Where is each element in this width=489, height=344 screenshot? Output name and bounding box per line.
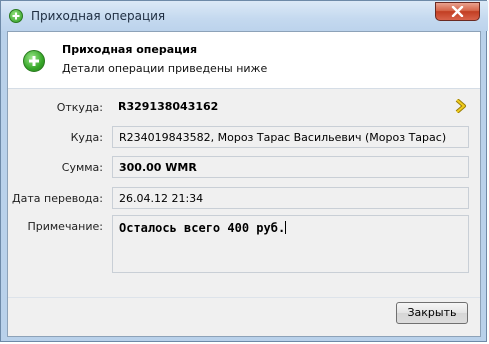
note-label: Примечание: <box>27 220 103 233</box>
from-field: R329138043162 <box>112 96 469 118</box>
plus-circle-icon <box>23 50 45 72</box>
chevron-right-icon[interactable] <box>455 99 467 113</box>
dialog-header: Приходная операция Детали операции приве… <box>8 32 480 89</box>
close-icon <box>451 6 464 17</box>
dialog-content: Приходная операция Детали операции приве… <box>7 31 481 337</box>
window-close-button[interactable] <box>435 2 480 21</box>
amount-value: 300.00 WMR <box>119 161 197 174</box>
header-title: Приходная операция <box>62 43 198 56</box>
footer-divider <box>8 297 480 298</box>
plus-circle-icon <box>9 9 23 23</box>
dialog-window: Приходная операция Приходная операция Де… <box>0 0 488 342</box>
text-caret <box>285 221 287 234</box>
date-value: 26.04.12 21:34 <box>119 192 204 205</box>
date-label: Дата перевода: <box>12 192 103 205</box>
header-subtitle: Детали операции приведены ниже <box>62 62 268 75</box>
amount-field: 300.00 WMR <box>112 156 469 178</box>
to-value: R234019843582, Мороз Тарас Васильевич (М… <box>119 131 447 144</box>
from-value: R329138043162 <box>118 100 219 113</box>
close-button[interactable]: Закрыть <box>396 302 468 324</box>
window-title: Приходная операция <box>31 9 166 23</box>
date-field: 26.04.12 21:34 <box>112 187 469 209</box>
note-field[interactable]: Осталось всего 400 руб. <box>112 215 469 273</box>
title-bar[interactable]: Приходная операция <box>1 1 488 31</box>
to-label: Куда: <box>70 131 103 144</box>
to-field: R234019843582, Мороз Тарас Васильевич (М… <box>112 126 469 148</box>
from-label: Откуда: <box>56 101 103 114</box>
note-value: Осталось всего 400 руб. <box>119 221 286 235</box>
amount-label: Сумма: <box>61 161 103 174</box>
